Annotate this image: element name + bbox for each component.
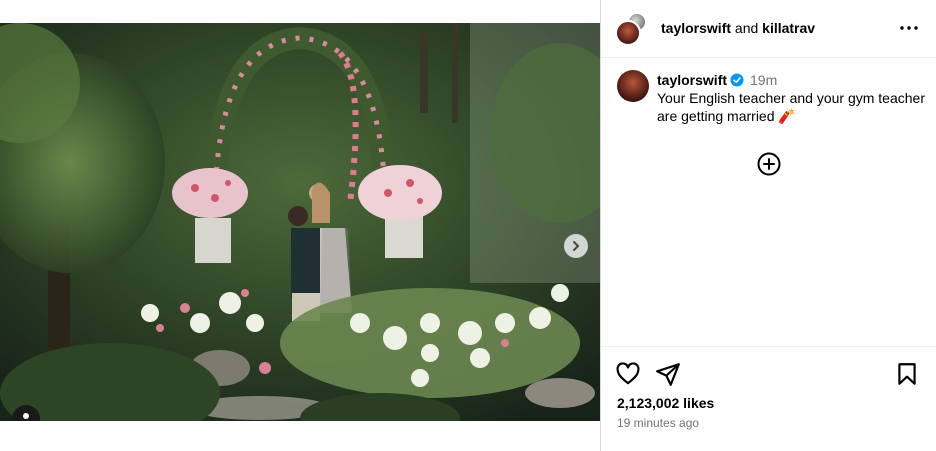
- chevron-right-icon: [573, 241, 580, 251]
- avatar[interactable]: [617, 70, 649, 102]
- plus-circle-icon[interactable]: [757, 152, 781, 176]
- collab-avatars[interactable]: [615, 12, 649, 46]
- more-horizontal-icon: [900, 26, 918, 30]
- post-header: taylorswift and killatrav: [601, 0, 936, 58]
- avatar-taylorswift: [615, 20, 641, 46]
- caption-body: taylorswift 19m Your English teacher and …: [657, 71, 927, 125]
- bottom-spacer: [0, 421, 600, 451]
- next-image-button[interactable]: [564, 234, 588, 258]
- caption-username[interactable]: taylorswift: [657, 72, 727, 88]
- caption-time[interactable]: 19m: [750, 72, 777, 88]
- garden-photo: [0, 23, 600, 421]
- likes-count[interactable]: 2,123,002 likes: [617, 395, 714, 411]
- post-details-panel: taylorswift and killatrav taylorswift 19m…: [600, 0, 936, 451]
- top-spacer: [0, 0, 600, 23]
- post-timestamp[interactable]: 19 minutes ago: [617, 416, 699, 430]
- action-bar: 2,123,002 likes 19 minutes ago: [601, 346, 936, 451]
- header-joiner: and: [734, 20, 759, 36]
- bookmark-icon[interactable]: [894, 361, 920, 387]
- user-icon: [23, 413, 29, 419]
- post-image[interactable]: [0, 23, 600, 421]
- verified-badge-icon: [730, 73, 744, 87]
- header-username-1[interactable]: taylorswift: [661, 20, 731, 36]
- header-username-2[interactable]: killatrav: [762, 20, 815, 36]
- caption-text: Your English teacher and your gym teache…: [657, 90, 925, 124]
- heart-icon[interactable]: [615, 361, 641, 387]
- send-icon[interactable]: [655, 361, 681, 387]
- more-options-button[interactable]: [897, 16, 921, 40]
- collab-names: taylorswift and killatrav: [661, 20, 815, 36]
